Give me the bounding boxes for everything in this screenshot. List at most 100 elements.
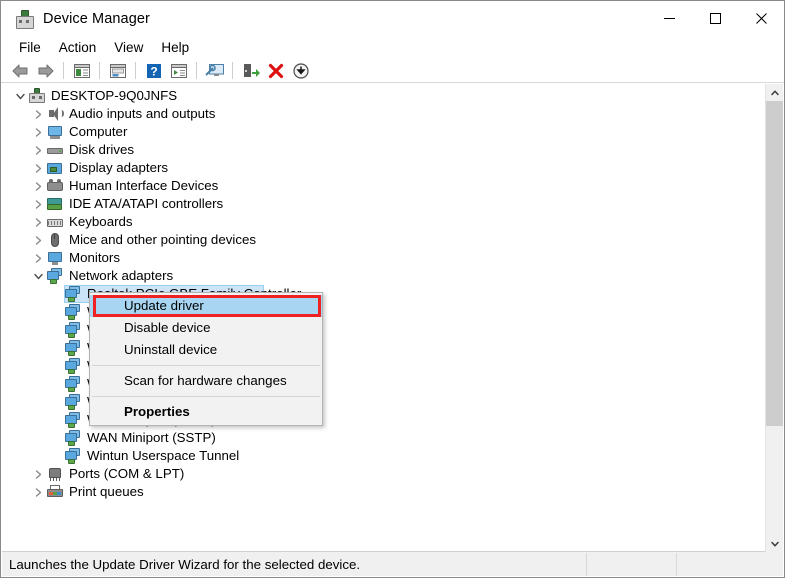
display-adapter-icon — [46, 159, 64, 177]
tree-node-mice-and-other-pointing-devices[interactable]: Mice and other pointing devices — [2, 231, 757, 249]
chevron-right-icon[interactable] — [30, 231, 46, 249]
help-button[interactable]: ? — [141, 60, 166, 82]
forward-button[interactable] — [33, 60, 58, 82]
svg-text:?: ? — [150, 64, 157, 78]
tree-node-wan-miniport-sstp[interactable]: WAN Miniport (SSTP) — [2, 429, 757, 447]
tree-node-monitors[interactable]: Monitors — [2, 249, 757, 267]
window-controls — [646, 1, 784, 35]
tree-node-print-queues[interactable]: Print queues — [2, 483, 757, 501]
toolbar-separator-3 — [135, 62, 136, 79]
scan-for-hardware-changes-button[interactable] — [202, 60, 227, 82]
network-device-icon — [64, 321, 82, 339]
tree-node-human-interface-devices[interactable]: Human Interface Devices — [2, 177, 757, 195]
computer-root-icon — [28, 87, 46, 105]
tree-node-network-adapters[interactable]: Network adapters — [2, 267, 757, 285]
chevron-right-icon[interactable] — [30, 177, 46, 195]
context-menu-update-driver[interactable]: Update driver — [90, 295, 322, 317]
chevron-right-icon[interactable] — [30, 465, 46, 483]
context-menu-properties[interactable]: Properties — [90, 401, 322, 423]
network-device-icon — [64, 447, 82, 465]
scrollbar-thumb[interactable] — [766, 101, 783, 426]
context-menu: Update driver Disable device Uninstall d… — [89, 292, 323, 426]
chevron-right-icon[interactable] — [30, 105, 46, 123]
tree-node-label: Print queues — [69, 484, 144, 499]
chevron-right-icon[interactable] — [30, 123, 46, 141]
uninstall-device-button[interactable] — [263, 60, 288, 82]
toolbar-separator-4 — [196, 62, 197, 79]
device-manager-window: Device Manager File Action View Help ? D… — [0, 0, 785, 578]
keyboard-icon — [46, 213, 64, 231]
menu-bar: File Action View Help — [1, 36, 784, 59]
tree-node-label: IDE ATA/ATAPI controllers — [69, 196, 224, 211]
toolbar-separator-2 — [99, 62, 100, 79]
tree-node-ide-ata-atapi-controllers[interactable]: IDE ATA/ATAPI controllers — [2, 195, 757, 213]
chevron-right-icon[interactable] — [30, 141, 46, 159]
tree-node-label: Display adapters — [69, 160, 169, 175]
tree-node-disk-drives[interactable]: Disk drives — [2, 141, 757, 159]
toolbar: ? — [1, 59, 784, 83]
tree-node-computer[interactable]: Computer — [2, 123, 757, 141]
menu-view[interactable]: View — [105, 38, 152, 57]
network-device-icon — [64, 411, 82, 429]
context-menu-scan-for-hardware-changes[interactable]: Scan for hardware changes — [90, 370, 322, 392]
network-device-icon — [64, 339, 82, 357]
tree-node-label: Ports (COM & LPT) — [69, 466, 185, 481]
show-hide-action-pane-button[interactable] — [166, 60, 191, 82]
printer-icon — [46, 483, 64, 501]
network-device-icon — [64, 303, 82, 321]
chevron-right-icon[interactable] — [30, 159, 46, 177]
computer-icon — [46, 123, 64, 141]
network-device-icon — [64, 375, 82, 393]
properties-button[interactable] — [105, 60, 130, 82]
toolbar-separator-5 — [232, 62, 233, 79]
tree-node-keyboards[interactable]: Keyboards — [2, 213, 757, 231]
tree-node-label: Monitors — [69, 250, 120, 265]
menu-help[interactable]: Help — [152, 38, 198, 57]
disable-device-button[interactable] — [288, 60, 313, 82]
network-adapter-icon — [46, 267, 64, 285]
network-device-icon — [64, 393, 82, 411]
context-menu-separator-2 — [92, 396, 320, 397]
chevron-right-icon[interactable] — [30, 483, 46, 501]
tree-node-label: Network adapters — [69, 268, 174, 283]
ide-controller-icon — [46, 195, 64, 213]
close-button[interactable] — [738, 1, 784, 35]
minimize-button[interactable] — [646, 1, 692, 35]
window-title: Device Manager — [43, 10, 150, 27]
chevron-down-icon[interactable] — [12, 87, 28, 105]
disk-drive-icon — [46, 141, 64, 159]
maximize-button[interactable] — [692, 1, 738, 35]
context-menu-uninstall-device[interactable]: Uninstall device — [90, 339, 322, 361]
show-hide-console-tree-button[interactable] — [69, 60, 94, 82]
scroll-up-arrow-icon[interactable] — [766, 84, 783, 101]
device-manager-icon — [15, 9, 34, 29]
status-bar: Launches the Update Driver Wizard for th… — [2, 551, 783, 576]
chevron-right-icon[interactable] — [30, 213, 46, 231]
tree-node-display-adapters[interactable]: Display adapters — [2, 159, 757, 177]
status-message: Launches the Update Driver Wizard for th… — [9, 556, 361, 572]
menu-action[interactable]: Action — [50, 38, 106, 57]
back-button[interactable] — [8, 60, 33, 82]
context-menu-disable-device[interactable]: Disable device — [90, 317, 322, 339]
vertical-scrollbar[interactable] — [765, 84, 783, 552]
network-device-icon — [64, 357, 82, 375]
tree-node-ports-com-and-lpt[interactable]: Ports (COM & LPT) — [2, 465, 757, 483]
human-interface-device-icon — [46, 177, 64, 195]
chevron-down-icon[interactable] — [30, 267, 46, 285]
port-icon — [46, 465, 64, 483]
tree-node-audio-inputs-and-outputs[interactable]: Audio inputs and outputs — [2, 105, 757, 123]
tree-node-label: Human Interface Devices — [69, 178, 219, 193]
chevron-right-icon[interactable] — [30, 249, 46, 267]
menu-file[interactable]: File — [10, 38, 50, 57]
tree-node-label: Audio inputs and outputs — [69, 106, 216, 121]
update-driver-button[interactable] — [238, 60, 263, 82]
tree-node-label: Computer — [69, 124, 128, 139]
scroll-down-arrow-icon[interactable] — [766, 535, 783, 552]
tree-node-desktop-root[interactable]: DESKTOP-9Q0JNFS — [2, 87, 757, 105]
context-menu-separator-1 — [92, 365, 320, 366]
tree-node-wintun-userspace-tunnel[interactable]: Wintun Userspace Tunnel — [2, 447, 757, 465]
chevron-right-icon[interactable] — [30, 195, 46, 213]
resize-grip[interactable] — [766, 553, 783, 576]
tree-node-label: DESKTOP-9Q0JNFS — [51, 88, 178, 103]
status-cell-2 — [676, 552, 766, 576]
